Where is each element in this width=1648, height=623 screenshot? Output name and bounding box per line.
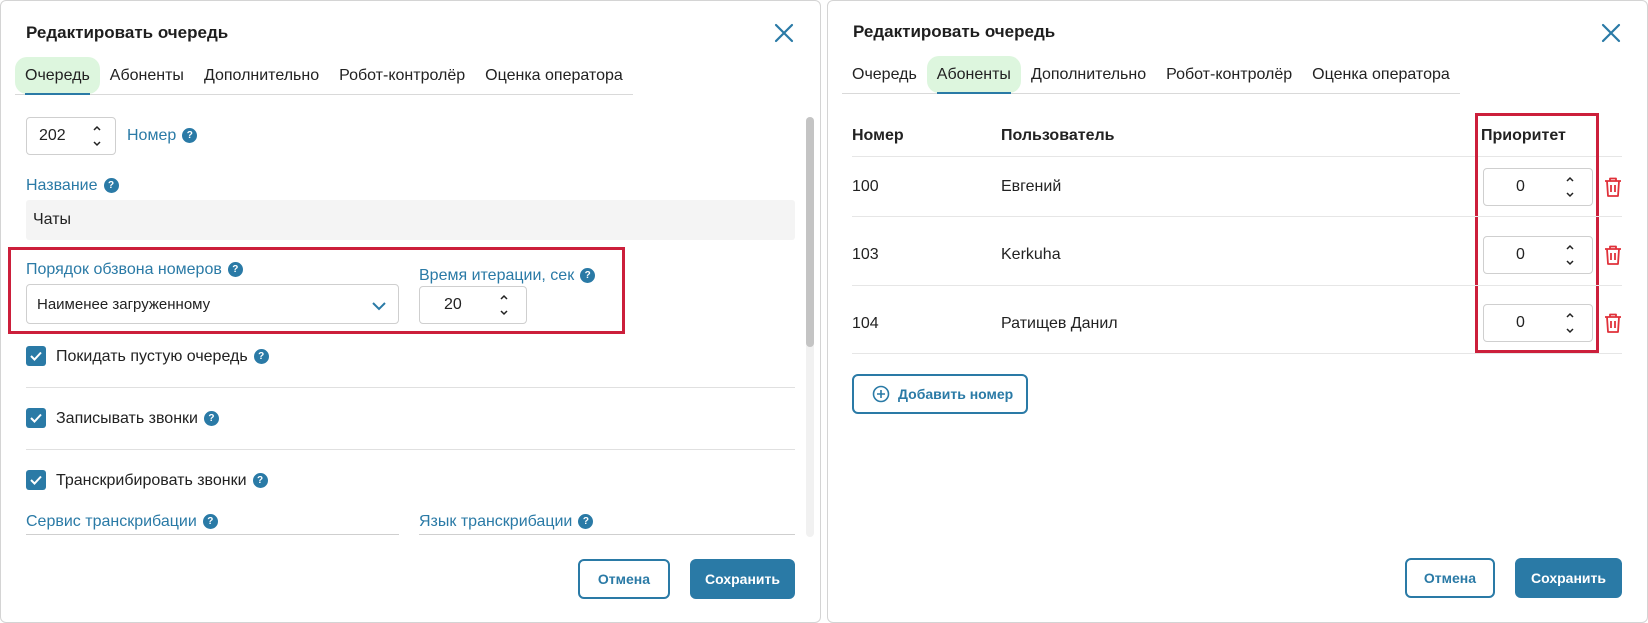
dialog-title: Редактировать очередь bbox=[26, 23, 229, 42]
tab-operator-rating[interactable]: Оценка оператора bbox=[475, 57, 633, 94]
iteration-time-stepper[interactable]: 20 bbox=[419, 286, 527, 324]
record-calls-checkbox[interactable] bbox=[26, 408, 46, 428]
transcribe-calls-checkbox[interactable] bbox=[26, 470, 46, 490]
cancel-button[interactable]: Отмена bbox=[1405, 558, 1495, 598]
dial-order-select[interactable]: Наименее загруженному bbox=[26, 284, 399, 324]
dial-order-value: Наименее загруженному bbox=[37, 295, 211, 313]
add-number-button[interactable]: Добавить номер bbox=[852, 374, 1028, 414]
help-icon[interactable]: ? bbox=[578, 514, 594, 530]
name-label: Название? bbox=[26, 177, 119, 195]
divider bbox=[26, 387, 795, 388]
transcription-language-label: Язык транскрибации? bbox=[419, 513, 594, 531]
stepper-arrows-icon[interactable] bbox=[1562, 173, 1578, 201]
help-icon[interactable]: ? bbox=[182, 128, 198, 144]
name-field[interactable]: Чаты bbox=[26, 200, 795, 240]
edit-queue-dialog-queue-tab: Редактировать очередь Очередь Абоненты Д… bbox=[0, 0, 821, 623]
add-number-label: Добавить номер bbox=[898, 386, 1014, 402]
delete-icon[interactable] bbox=[1602, 243, 1624, 267]
row-number: 104 bbox=[852, 315, 879, 332]
tab-robot-controller[interactable]: Робот-контролёр bbox=[329, 57, 475, 94]
priority-value: 0 bbox=[1516, 314, 1525, 331]
tab-bar: Очередь Абоненты Дополнительно Робот-кон… bbox=[842, 56, 1460, 94]
help-icon[interactable]: ? bbox=[252, 473, 268, 489]
close-icon[interactable] bbox=[772, 21, 796, 45]
iteration-time-label-text: Время итерации, сек bbox=[419, 267, 575, 284]
save-button[interactable]: Сохранить bbox=[1515, 558, 1622, 598]
scrollbar[interactable] bbox=[806, 117, 814, 537]
help-icon[interactable]: ? bbox=[253, 349, 269, 365]
priority-value: 0 bbox=[1516, 246, 1525, 263]
tab-operator-rating[interactable]: Оценка оператора bbox=[1302, 56, 1460, 93]
help-icon[interactable]: ? bbox=[103, 178, 119, 194]
delete-icon[interactable] bbox=[1602, 311, 1624, 335]
tab-additional[interactable]: Дополнительно bbox=[194, 57, 329, 94]
dial-order-label-text: Порядок обзвона номеров bbox=[26, 261, 222, 278]
dial-order-label: Порядок обзвона номеров? bbox=[26, 261, 243, 279]
row-user: Ратищев Данил bbox=[1001, 315, 1118, 332]
stepper-arrows-icon[interactable] bbox=[89, 122, 105, 150]
record-calls-label: Записывать звонки? bbox=[56, 410, 219, 428]
transcription-service-label: Сервис транскрибации? bbox=[26, 513, 218, 531]
help-icon[interactable]: ? bbox=[203, 411, 219, 427]
help-icon[interactable]: ? bbox=[227, 262, 243, 278]
delete-icon[interactable] bbox=[1602, 175, 1624, 199]
leave-empty-queue-text: Покидать пустую очередь bbox=[56, 348, 248, 365]
queue-number-label-text: Номер bbox=[127, 127, 177, 144]
column-header-number: Номер bbox=[852, 127, 904, 144]
leave-empty-queue-label: Покидать пустую очередь? bbox=[56, 348, 269, 366]
divider bbox=[26, 449, 795, 450]
plus-circle-icon bbox=[872, 385, 890, 403]
checkmark-icon bbox=[30, 351, 42, 361]
name-field-value: Чаты bbox=[33, 211, 72, 228]
row-user: Евгений bbox=[1001, 178, 1062, 195]
row-number: 103 bbox=[852, 246, 879, 263]
chevron-down-icon[interactable] bbox=[372, 298, 386, 316]
priority-stepper[interactable]: 0 bbox=[1483, 304, 1593, 342]
column-header-user: Пользователь bbox=[1001, 127, 1115, 144]
queue-number-label: Номер? bbox=[127, 127, 198, 145]
transcription-service-text: Сервис транскрибации bbox=[26, 513, 197, 530]
priority-stepper[interactable]: 0 bbox=[1483, 236, 1593, 274]
help-icon[interactable]: ? bbox=[580, 268, 596, 284]
transcription-language-text: Язык транскрибации bbox=[419, 513, 573, 530]
stepper-arrows-icon[interactable] bbox=[496, 291, 512, 319]
row-divider bbox=[852, 285, 1622, 286]
name-label-text: Название bbox=[26, 177, 98, 194]
tab-bar: Очередь Абоненты Дополнительно Робот-кон… bbox=[15, 57, 633, 95]
tab-additional[interactable]: Дополнительно bbox=[1021, 56, 1156, 93]
row-divider bbox=[852, 353, 1622, 354]
checkmark-icon bbox=[30, 413, 42, 423]
priority-stepper[interactable]: 0 bbox=[1483, 168, 1593, 206]
help-icon[interactable]: ? bbox=[202, 514, 218, 530]
transcribe-calls-text: Транскрибировать звонки bbox=[56, 472, 247, 489]
tab-queue[interactable]: Очередь bbox=[842, 56, 927, 93]
tab-queue[interactable]: Очередь bbox=[15, 57, 100, 95]
scrollbar-thumb[interactable] bbox=[806, 117, 814, 347]
record-calls-text: Записывать звонки bbox=[56, 410, 198, 427]
close-icon[interactable] bbox=[1599, 21, 1623, 45]
stepper-arrows-icon[interactable] bbox=[1562, 241, 1578, 269]
checkmark-icon bbox=[30, 475, 42, 485]
edit-queue-dialog-subscribers-tab: Редактировать очередь Очередь Абоненты Д… bbox=[827, 0, 1648, 623]
iteration-time-label: Время итерации, сек? bbox=[419, 267, 596, 285]
dialog-title: Редактировать очередь bbox=[853, 22, 1056, 41]
row-user: Kerkuha bbox=[1001, 246, 1061, 263]
leave-empty-queue-checkbox[interactable] bbox=[26, 346, 46, 366]
row-number: 100 bbox=[852, 178, 879, 195]
save-button[interactable]: Сохранить bbox=[690, 559, 795, 599]
transcription-service-select[interactable] bbox=[26, 534, 399, 538]
tab-subscribers[interactable]: Абоненты bbox=[926, 56, 1021, 94]
transcribe-calls-label: Транскрибировать звонки? bbox=[56, 472, 268, 490]
priority-value: 0 bbox=[1516, 178, 1525, 195]
stepper-arrows-icon[interactable] bbox=[1562, 309, 1578, 337]
queue-number-value: 202 bbox=[39, 127, 66, 144]
cancel-button[interactable]: Отмена bbox=[578, 559, 670, 599]
tab-robot-controller[interactable]: Робот-контролёр bbox=[1156, 56, 1302, 93]
tab-subscribers[interactable]: Абоненты bbox=[100, 57, 194, 94]
row-divider bbox=[852, 216, 1622, 217]
iteration-time-value: 20 bbox=[444, 296, 462, 313]
transcription-language-select[interactable] bbox=[419, 534, 795, 538]
queue-number-stepper[interactable]: 202 bbox=[26, 117, 116, 155]
